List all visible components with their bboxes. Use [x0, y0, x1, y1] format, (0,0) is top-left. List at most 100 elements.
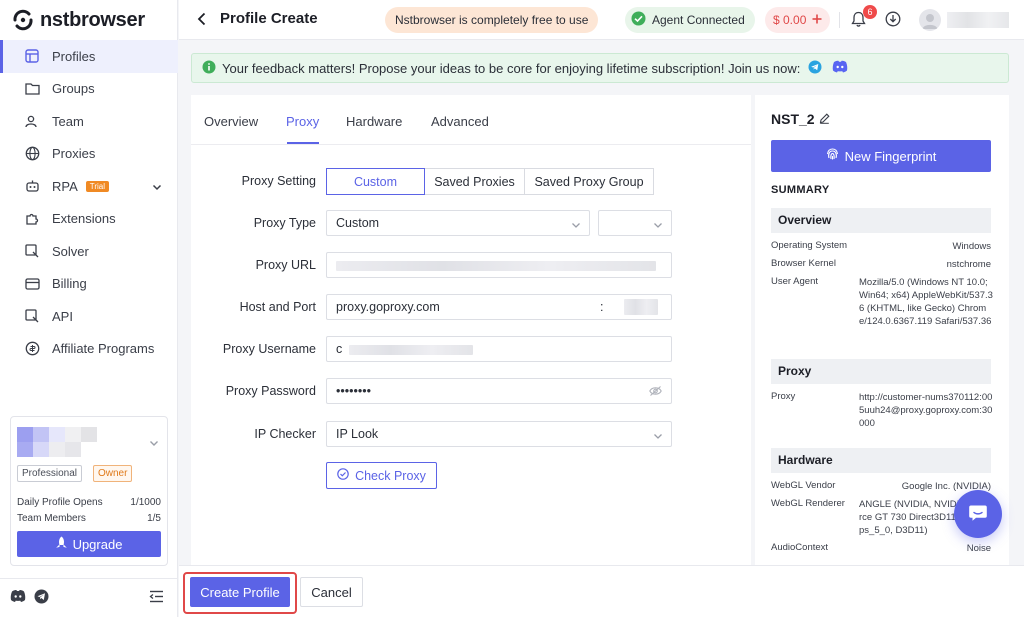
- proxy-summary-label: Proxy: [771, 391, 796, 402]
- ip-checker-select[interactable]: IP Look: [326, 421, 672, 447]
- sidebar-item-profiles[interactable]: Profiles: [0, 40, 178, 73]
- username-value: c: [336, 342, 343, 356]
- os-value: Windows: [952, 241, 991, 252]
- banner-text: Your feedback matters! Propose your idea…: [222, 60, 801, 76]
- proxy-setting-custom[interactable]: Custom: [326, 168, 425, 195]
- proxy-username-input[interactable]: c: [326, 336, 672, 362]
- sidebar-item-label: Profiles: [52, 48, 96, 64]
- check-proxy-label: Check Proxy: [355, 468, 426, 483]
- balance-badge[interactable]: $ 0.00: [765, 7, 831, 33]
- tab-proxy[interactable]: Proxy: [286, 114, 319, 129]
- kernel-label: Browser Kernel: [771, 258, 836, 269]
- brand-logo[interactable]: nstbrowser: [12, 8, 145, 32]
- team-icon: [24, 113, 40, 129]
- host-input[interactable]: proxy.goproxy.com :: [326, 294, 672, 320]
- sidebar-item-rpa[interactable]: RPA Trial: [0, 170, 178, 203]
- chat-icon: [968, 504, 988, 525]
- proxy-password-input[interactable]: ••••••••: [326, 378, 672, 404]
- sidebar-item-label: Team: [52, 113, 84, 129]
- agent-status-label: Agent Connected: [652, 13, 745, 27]
- edit-pencil-icon[interactable]: [819, 111, 830, 127]
- sidebar-item-affiliate-programs[interactable]: Affiliate Programs: [0, 333, 178, 366]
- webgl-renderer-label: WebGL Renderer: [771, 498, 845, 509]
- password-value: ••••••••: [336, 384, 372, 398]
- proxy-url-input[interactable]: [326, 252, 672, 278]
- sidebar-item-label: RPA: [52, 178, 78, 194]
- sidebar-item-api[interactable]: API: [0, 300, 178, 333]
- sidebar-item-label: Solver: [52, 243, 89, 259]
- port-redacted[interactable]: [624, 299, 658, 315]
- proxy-setting-saved-proxies[interactable]: Saved Proxies: [424, 168, 525, 195]
- active-tab-indicator: [287, 142, 319, 144]
- balance-value: $ 0.00: [773, 13, 807, 27]
- sidebar-item-label: Affiliate Programs: [52, 341, 155, 357]
- api-icon: [24, 308, 40, 324]
- create-profile-button[interactable]: Create Profile: [190, 577, 290, 607]
- profile-name: NST_2: [771, 111, 815, 127]
- chat-support-button[interactable]: [954, 490, 1002, 538]
- daily-opens-value: 1/1000: [130, 497, 161, 508]
- chevron-down-icon[interactable]: [152, 180, 162, 195]
- discord-icon[interactable]: [10, 589, 26, 606]
- sidebar-item-proxies[interactable]: Proxies: [0, 138, 178, 171]
- sidebar-item-groups[interactable]: Groups: [0, 73, 178, 106]
- account-avatar[interactable]: [17, 427, 105, 457]
- top-header: Profile Create Nstbrowser is completely …: [179, 0, 1024, 40]
- team-members-label: Team Members: [17, 513, 86, 524]
- team-members-row: Team Members 1/5: [17, 513, 161, 524]
- eye-icon[interactable]: [649, 385, 662, 400]
- agent-status-badge: Agent Connected: [625, 7, 755, 33]
- telegram-icon[interactable]: [808, 60, 822, 77]
- cancel-button[interactable]: Cancel: [300, 577, 363, 607]
- role-tag: Owner: [93, 465, 133, 482]
- puzzle-icon: [24, 211, 40, 227]
- check-proxy-button[interactable]: Check Proxy: [326, 462, 437, 489]
- proxy-section-head: Proxy: [771, 359, 991, 384]
- profiles-icon: [24, 48, 40, 64]
- user-avatar[interactable]: [919, 9, 941, 31]
- globe-icon: [24, 146, 40, 162]
- sidebar-item-billing[interactable]: Billing: [0, 268, 178, 301]
- tab-hardware[interactable]: Hardware: [346, 114, 402, 129]
- back-arrow-icon[interactable]: [197, 12, 207, 29]
- ip-checker-value: IP Look: [336, 427, 379, 441]
- card-icon: [24, 276, 40, 292]
- proxy-setting-label: Proxy Setting: [241, 174, 316, 188]
- profile-name-heading: NST_2: [771, 111, 830, 127]
- sidebar-footer: [0, 578, 178, 617]
- upgrade-button[interactable]: Upgrade: [17, 531, 161, 557]
- logo-icon: [12, 9, 34, 31]
- sidebar-item-solver[interactable]: Solver: [0, 235, 178, 268]
- host-port-label: Host and Port: [239, 300, 316, 314]
- overview-section-head: Overview: [771, 208, 991, 233]
- download-icon[interactable]: [885, 11, 901, 30]
- tab-advanced[interactable]: Advanced: [431, 114, 489, 129]
- rpa-icon: [24, 178, 40, 194]
- info-icon: [202, 60, 216, 77]
- plus-icon[interactable]: [812, 13, 822, 27]
- proxy-type-label: Proxy Type: [253, 216, 316, 230]
- sidebar-item-team[interactable]: Team: [0, 105, 178, 138]
- proxy-setting-saved-proxy-group[interactable]: Saved Proxy Group: [524, 168, 654, 195]
- summary-heading: SUMMARY: [771, 184, 830, 196]
- collapse-menu-icon[interactable]: [149, 590, 164, 606]
- chevron-down-icon[interactable]: [149, 437, 159, 451]
- header-divider: [839, 12, 840, 28]
- account-card: Professional Owner Daily Profile Opens 1…: [10, 416, 168, 566]
- new-fingerprint-button[interactable]: New Fingerprint: [771, 140, 991, 172]
- plan-tag: Professional: [17, 465, 83, 482]
- telegram-icon[interactable]: [34, 589, 49, 607]
- sidebar-item-label: Groups: [52, 81, 95, 97]
- notification-count-badge: 6: [863, 5, 877, 19]
- daily-opens-row: Daily Profile Opens 1/1000: [17, 497, 161, 508]
- proxy-protocol-select[interactable]: [598, 210, 672, 236]
- discord-icon[interactable]: [832, 60, 848, 76]
- daily-opens-label: Daily Profile Opens: [17, 497, 103, 508]
- sidebar-item-extensions[interactable]: Extensions: [0, 203, 178, 236]
- username-redacted: [349, 345, 473, 355]
- proxy-type-select[interactable]: Custom: [326, 210, 590, 236]
- tab-overview[interactable]: Overview: [204, 114, 258, 129]
- proxy-username-label: Proxy Username: [222, 342, 316, 356]
- os-label: Operating System: [771, 240, 848, 251]
- profile-tabs: Overview Proxy Hardware Advanced: [191, 95, 751, 145]
